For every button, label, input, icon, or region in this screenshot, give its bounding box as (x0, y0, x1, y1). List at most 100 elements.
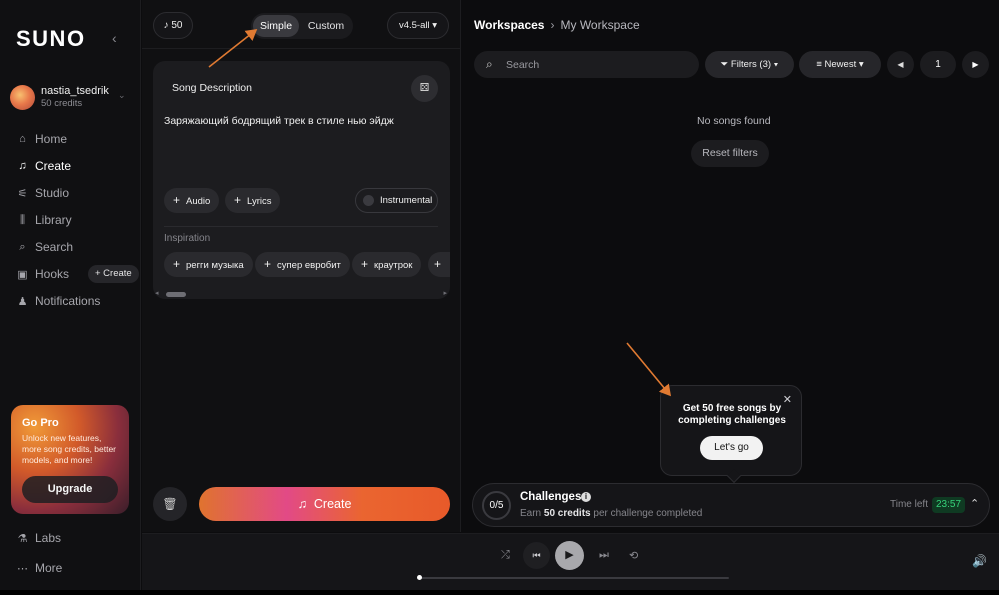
collapse-sidebar-icon[interactable]: ‹ (112, 30, 117, 46)
chevron-up-icon[interactable]: ⌃ (970, 497, 979, 510)
chevron-down-icon: ⌄ (118, 90, 126, 100)
reset-filters-button[interactable]: Reset filters (691, 140, 769, 167)
music-note-icon: ♫ (297, 497, 314, 511)
next-page-icon[interactable]: ▶ (962, 51, 989, 78)
repeat-icon[interactable]: ⟲ (629, 549, 638, 562)
chevron-right-icon: › (550, 18, 555, 32)
suno-logo[interactable]: SUNO (16, 26, 86, 52)
sidebar-item-notifications[interactable]: ♟ Notifications (17, 293, 101, 309)
sidebar-item-library[interactable]: ⫼ Library (17, 212, 72, 228)
create-button[interactable]: ♫ Create (199, 487, 450, 521)
song-description-label: Song Description (172, 82, 252, 94)
go-pro-text: Unlock new features, more song credits, … (22, 433, 117, 465)
chip-label: регги музыка (186, 260, 244, 271)
search-icon: ⌕ (19, 240, 26, 253)
song-description-card: Song Description ⚄ Заряжающий бодрящий т… (153, 61, 450, 299)
countdown-timer: 23:57 (932, 497, 966, 513)
plus-icon: + (264, 257, 272, 271)
caret-down-icon: ▾ (856, 59, 864, 70)
chip-label: Audio (186, 196, 211, 207)
popup-tail (726, 468, 742, 484)
breadcrumb-my-workspace[interactable]: My Workspace (560, 18, 639, 32)
sidebar-item-label: Library (35, 213, 72, 227)
bell-icon: ♟ (17, 295, 28, 308)
plus-icon: + (173, 257, 181, 271)
progress-knob[interactable] (417, 575, 422, 580)
sort-label: Newest (824, 59, 857, 70)
filter-icon: ⏷ (720, 59, 731, 70)
tab-custom[interactable]: Custom (303, 15, 349, 37)
sidebar-item-hooks[interactable]: ▣ Hooks (17, 266, 69, 282)
model-version-label: v4.5-all (398, 20, 430, 31)
inspiration-chip[interactable]: + супер евробит (255, 252, 350, 277)
previous-track-icon[interactable]: ⏮ (523, 542, 550, 569)
lets-go-button[interactable]: Let's go (700, 436, 763, 460)
trash-icon[interactable]: 🗑 (153, 487, 187, 521)
chip-label: супер евробит (277, 260, 341, 271)
filters-button[interactable]: ⏷ Filters (3) ▾ (705, 51, 794, 78)
upgrade-button[interactable]: Upgrade (22, 476, 118, 503)
create-button-label: Create (313, 497, 352, 511)
sidebar-item-label: Home (35, 132, 68, 146)
sidebar-item-label: Create (35, 159, 72, 173)
tab-simple[interactable]: Simple (253, 15, 299, 37)
go-pro-card: Go Pro Unlock new features, more song cr… (11, 405, 129, 514)
chip-label: Lyrics (247, 196, 272, 207)
challenges-sub-prefix: Earn (520, 508, 542, 519)
empty-state-text: No songs found (697, 115, 771, 127)
user-menu[interactable]: nastia_tsedrik 50 credits ⌄ (10, 84, 132, 110)
inspiration-chip[interactable]: + краутрок (352, 252, 422, 277)
chip-label: краутрок (374, 260, 413, 271)
play-icon[interactable]: ▶ (555, 541, 584, 570)
caret-down-icon: ▾ (432, 20, 438, 31)
horizontal-scrollbar[interactable]: ◂ ▸ (153, 289, 450, 299)
search-icon: ⌕ (486, 57, 493, 71)
playback-progress-bar[interactable] (417, 575, 729, 580)
credits-count: 50 (171, 20, 183, 31)
instrumental-label: Instrumental (380, 195, 433, 206)
sidebar-item-more[interactable]: ⋯ More (17, 560, 62, 576)
time-left-label: Time left (890, 499, 928, 510)
challenges-bar[interactable]: 0/5 Challenges i Earn 50 credits per cha… (472, 483, 990, 527)
sidebar-item-search[interactable]: ⌕ Search (17, 239, 73, 255)
sidebar-item-labs[interactable]: ⚗ Labs (17, 530, 61, 546)
add-audio-button[interactable]: + Audio (164, 188, 220, 213)
prev-page-icon[interactable]: ◀ (887, 51, 914, 78)
search-input[interactable] (506, 51, 686, 78)
hooks-icon: ▣ (17, 268, 28, 281)
instrumental-toggle[interactable]: Instrumental (355, 188, 438, 213)
add-lyrics-button[interactable]: + Lyrics (225, 188, 281, 213)
breadcrumb-workspaces[interactable]: Workspaces (474, 18, 544, 32)
scrollbar-thumb[interactable] (166, 292, 186, 297)
volume-icon[interactable]: 🔊 (972, 554, 987, 568)
sidebar-item-home[interactable]: ⌂ Home (17, 131, 67, 147)
model-version-select[interactable]: v4.5-all ▾ (387, 12, 449, 39)
divider (164, 226, 438, 227)
plus-icon: + (434, 257, 442, 271)
sidebar-item-label: Notifications (35, 294, 101, 308)
sidebar-item-label: Search (35, 240, 74, 254)
challenges-title: Challenges (520, 491, 582, 503)
info-icon[interactable]: i (581, 492, 591, 502)
sidebar-item-studio[interactable]: ⚟ Studio (17, 185, 69, 201)
plus-icon: + (361, 257, 369, 271)
randomize-dice-icon[interactable]: ⚄ (411, 75, 438, 102)
studio-icon: ⚟ (17, 187, 28, 200)
search-box: ⌕ (474, 51, 699, 78)
shuffle-icon[interactable]: ⤮ (501, 549, 510, 562)
sidebar-item-label: More (35, 561, 63, 575)
hooks-create-button[interactable]: + Create (88, 265, 139, 283)
sort-button[interactable]: ≡ Newest ▾ (799, 51, 881, 78)
toggle-dot (363, 195, 374, 206)
page-number[interactable]: 1 (920, 51, 956, 78)
scroll-right-icon[interactable]: ▸ (443, 289, 447, 297)
sidebar-item-label: Studio (35, 186, 70, 200)
scroll-left-icon[interactable]: ◂ (155, 289, 159, 297)
credits-pill[interactable]: ♪ 50 (153, 12, 193, 39)
next-track-icon[interactable]: ⏭ (599, 549, 609, 562)
inspiration-chip-partial[interactable]: + (428, 252, 450, 277)
inspiration-chip[interactable]: + регги музыка (164, 252, 253, 277)
caret-down-icon: ▾ (771, 59, 779, 70)
song-description-input[interactable]: Заряжающий бодрящий трек в стиле нью эйд… (164, 115, 394, 127)
sidebar-item-create[interactable]: ♫ Create (17, 158, 71, 174)
